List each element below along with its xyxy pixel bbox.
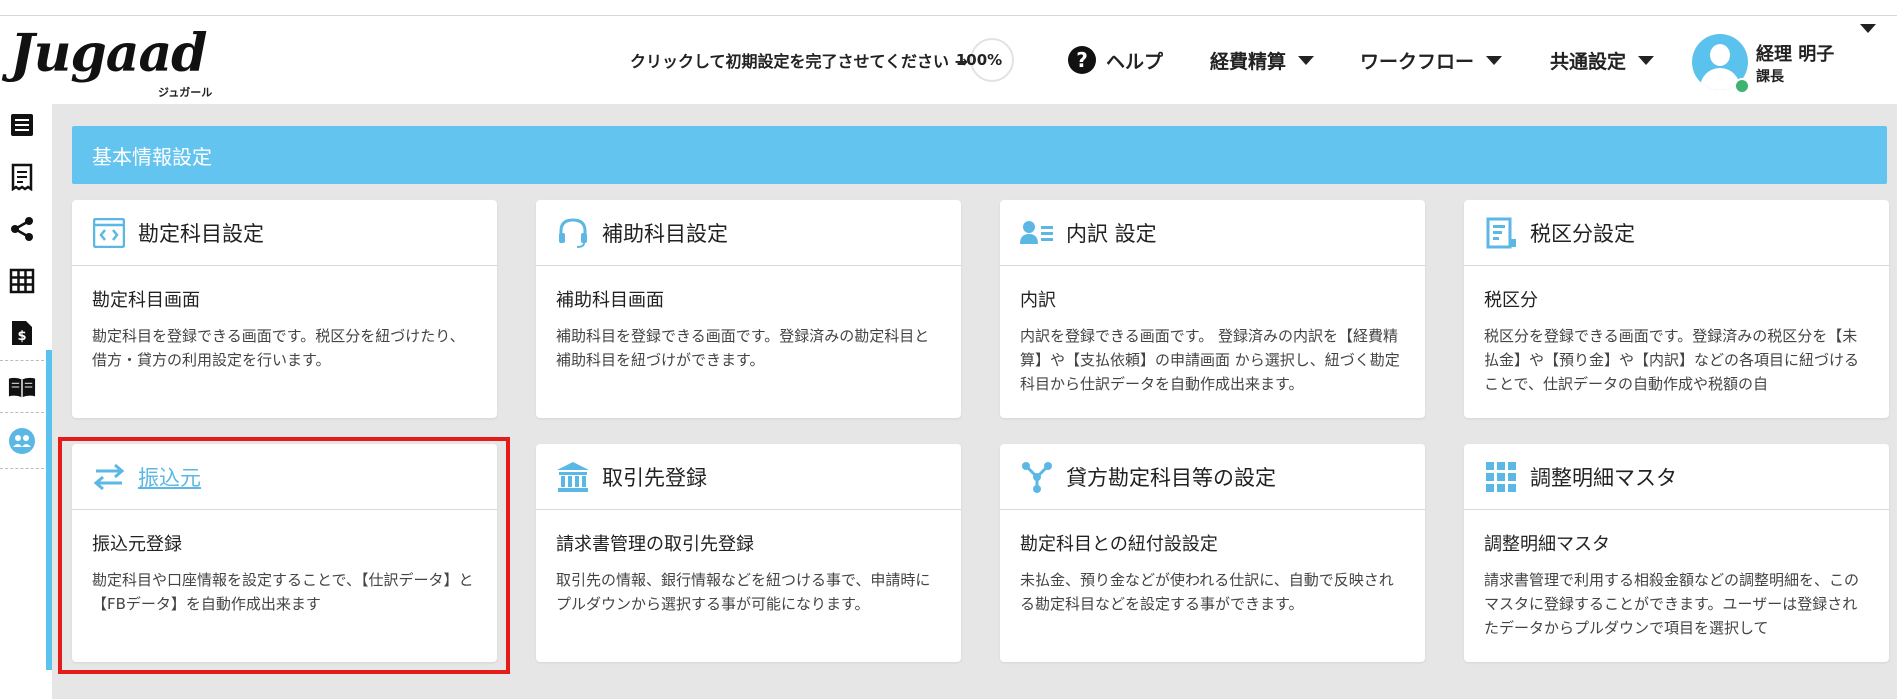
help-link[interactable]: ? ヘルプ <box>1068 16 1163 104</box>
online-status-icon <box>1734 78 1750 94</box>
highlight-box <box>58 437 510 674</box>
card-title: 補助科目設定 <box>602 221 728 246</box>
sidebar-accent <box>46 350 52 670</box>
section-header: 基本情報設定 <box>72 126 1887 184</box>
card-breakdown-settings[interactable]: 内訳 設定 内訳 内訳を登録できる画面です。 登録済みの内訳を【経費精算】や【支… <box>1000 200 1425 418</box>
nav-expense-label: 経費精算 <box>1210 50 1287 73</box>
card-vendor-registration[interactable]: 取引先登録 請求書管理の取引先登録 取引先の情報、銀行情報などを紐つける事で、申… <box>536 444 961 662</box>
top-border <box>0 0 1897 16</box>
setup-progress-link[interactable]: クリックして初期設定を完了させてください → 100% <box>630 16 1015 104</box>
card-title: 勘定科目設定 <box>138 221 264 246</box>
logo-subtext: ジュガール <box>158 86 213 99</box>
user-name[interactable]: 経理 明子 <box>1756 40 1834 66</box>
svg-text:$: $ <box>17 329 26 344</box>
card-subtitle: 補助科目画面 <box>556 290 664 311</box>
card-credit-account-settings[interactable]: 貸方勘定科目等の設定 勘定科目との紐付設設定 未払金、預り金などが使われる仕訳に… <box>1000 444 1425 662</box>
nav-workflow[interactable]: ワークフロー <box>1360 16 1503 104</box>
logo-text: Jugaad <box>10 23 208 84</box>
sidebar-divider <box>0 468 44 469</box>
card-description: 取引先の情報、銀行情報などを紐つける事で、申請時にプルダウンから選択する事が可能… <box>556 571 931 613</box>
nav-workflow-label: ワークフロー <box>1360 50 1475 73</box>
headset-icon <box>556 216 590 250</box>
card-subtitle: 内訳 <box>1020 290 1056 311</box>
nav-expense[interactable]: 経費精算 <box>1210 16 1315 104</box>
card-account-settings[interactable]: 勘定科目設定 勘定科目画面 勘定科目を登録できる画面です。税区分を紐づけたり、借… <box>72 200 497 418</box>
card-tax-category-settings[interactable]: 税区分設定 税区分 税区分を登録できる画面です。登録済みの税区分を【未払金】や【… <box>1464 200 1889 418</box>
nav-common-settings-label: 共通設定 <box>1550 50 1627 73</box>
nav-common-settings[interactable]: 共通設定 <box>1550 16 1655 104</box>
setup-progress-ring: 100% <box>956 38 1015 82</box>
card-title: 取引先登録 <box>602 465 707 490</box>
manual-book-icon[interactable] <box>8 372 36 402</box>
card-subtitle: 勘定科目との紐付設設定 <box>1020 534 1218 555</box>
card-description: 請求書管理で利用する相殺金額などの調整明細を、このマスタに登録することができます… <box>1484 571 1860 637</box>
bank-icon <box>556 460 590 494</box>
code-window-icon <box>92 216 126 250</box>
user-menu-toggle[interactable] <box>1848 16 1876 40</box>
chevron-down-icon <box>1486 55 1503 65</box>
card-description: 勘定科目を登録できる画面です。税区分を紐づけたり、借方・貸方の利用設定を行います… <box>92 327 465 369</box>
grid-dots-icon <box>1484 460 1518 494</box>
share-icon[interactable] <box>8 214 36 244</box>
card-title: 内訳 設定 <box>1066 221 1157 246</box>
invoice-icon[interactable]: $ <box>8 318 36 348</box>
card-description: 税区分を登録できる画面です。登録済みの税区分を【未払金】や【預り金】や【内訳】な… <box>1484 327 1860 393</box>
card-subtitle: 調整明細マスタ <box>1484 534 1610 555</box>
card-title: 税区分設定 <box>1530 221 1635 246</box>
setup-progress-value: 100% <box>955 51 1003 69</box>
chevron-down-icon <box>1860 23 1876 33</box>
sidebar: $ <box>0 104 44 699</box>
card-adjustment-master[interactable]: 調整明細マスタ 調整明細マスタ 請求書管理で利用する相殺金額などの調整明細を、こ… <box>1464 444 1889 662</box>
app-header: Jugaad ジュガール クリックして初期設定を完了させてください → 100%… <box>0 16 1897 104</box>
app-logo[interactable]: Jugaad ジュガール <box>10 26 220 106</box>
support-icon[interactable] <box>8 426 36 456</box>
grid-icon[interactable] <box>8 266 36 296</box>
card-description: 補助科目を登録できる画面です。登録済みの勘定科目と補助科目を紐づけができます。 <box>556 327 930 369</box>
chevron-down-icon <box>1638 55 1655 65</box>
card-subtitle: 請求書管理の取引先登録 <box>556 534 754 555</box>
help-label: ヘルプ <box>1106 50 1164 73</box>
card-description: 未払金、預り金などが使われる仕訳に、自動で反映される勘定科目などを設定する事がで… <box>1020 571 1394 613</box>
chevron-down-icon <box>1298 55 1315 65</box>
sidebar-divider <box>0 360 44 361</box>
sidebar-divider <box>0 412 44 413</box>
user-role: 課長 <box>1756 69 1784 85</box>
card-sub-account-settings[interactable]: 補助科目設定 補助科目画面 補助科目を登録できる画面です。登録済みの勘定科目と補… <box>536 200 961 418</box>
card-title: 調整明細マスタ <box>1530 465 1677 490</box>
tax-doc-icon <box>1484 216 1518 250</box>
network-icon <box>1020 460 1054 494</box>
card-description: 内訳を登録できる画面です。 登録済みの内訳を【経費精算】や【支払依頼】の申請画面… <box>1020 327 1400 393</box>
card-title: 貸方勘定科目等の設定 <box>1066 465 1276 490</box>
card-subtitle: 勘定科目画面 <box>92 290 200 311</box>
setup-text: クリックして初期設定を完了させてください → <box>630 52 969 71</box>
receipt-icon[interactable] <box>8 162 36 192</box>
list-icon[interactable] <box>8 110 36 140</box>
card-subtitle: 税区分 <box>1484 290 1538 311</box>
user-list-icon <box>1020 216 1054 250</box>
help-icon: ? <box>1068 46 1096 74</box>
